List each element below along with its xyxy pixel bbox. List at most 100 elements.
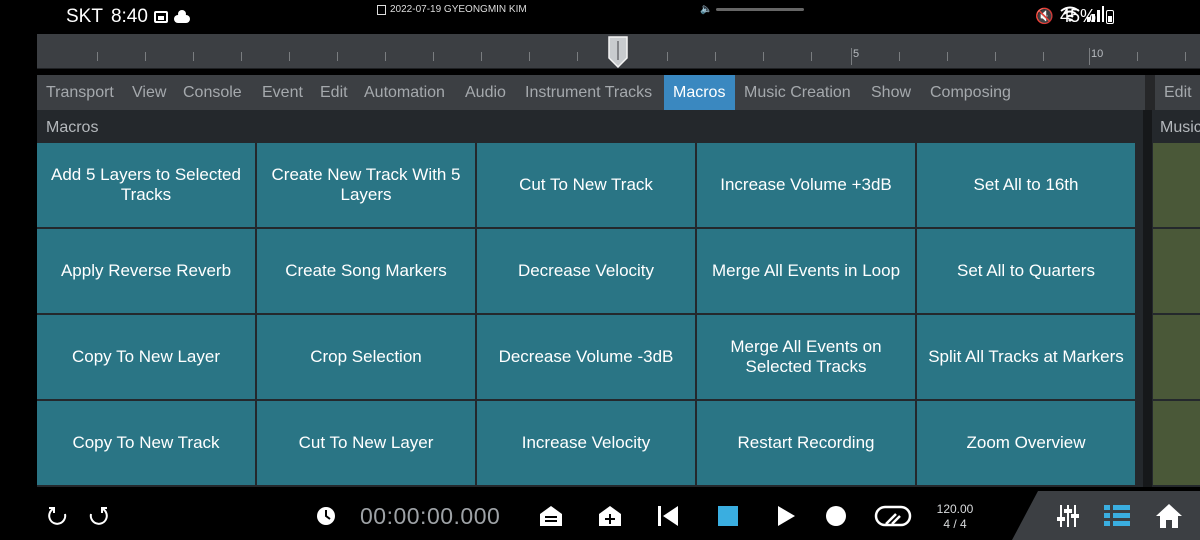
gallery-icon bbox=[153, 11, 168, 23]
record-icon[interactable] bbox=[823, 491, 849, 540]
screenshot-notification: 2022-07-19 GYEONGMIN KIM bbox=[377, 4, 527, 15]
tab-console[interactable]: Console bbox=[174, 75, 251, 110]
side-panel-button[interactable] bbox=[1153, 315, 1200, 399]
mixer-icon[interactable] bbox=[1054, 491, 1082, 540]
status-left: SKT 8:40 bbox=[66, 6, 190, 28]
battery-icon bbox=[1106, 10, 1114, 24]
battery-percent: 45% bbox=[1059, 6, 1096, 26]
tab-audio[interactable]: Audio bbox=[456, 75, 515, 110]
tempo-display[interactable]: 120.00 4 / 4 bbox=[930, 502, 980, 532]
tab-instrument-tracks[interactable]: Instrument Tracks bbox=[516, 75, 661, 110]
notification-text: 2022-07-19 GYEONGMIN KIM bbox=[390, 4, 527, 15]
macro-button[interactable]: Restart Recording bbox=[697, 401, 915, 485]
playhead-marker[interactable] bbox=[608, 36, 628, 68]
tab-music-creation[interactable]: Music Creation bbox=[735, 75, 860, 110]
macro-button[interactable]: Add 5 Layers to Selected Tracks bbox=[37, 143, 255, 227]
tab-automation[interactable]: Automation bbox=[355, 75, 454, 110]
ruler-tick bbox=[995, 52, 996, 61]
ruler-tick bbox=[577, 52, 578, 61]
macro-button[interactable]: Decrease Volume -3dB bbox=[477, 315, 695, 399]
side-panel-title: Music bbox=[1160, 119, 1200, 136]
ruler-tick bbox=[529, 52, 530, 61]
ruler-tick bbox=[337, 52, 338, 61]
carrier-label: SKT bbox=[66, 6, 103, 27]
tab-transport[interactable]: Transport bbox=[37, 75, 123, 110]
ruler-tick bbox=[715, 52, 716, 61]
tab-show[interactable]: Show bbox=[862, 75, 920, 110]
macro-button[interactable]: Increase Volume +3dB bbox=[697, 143, 915, 227]
macro-button[interactable]: Create New Track With 5 Layers bbox=[257, 143, 475, 227]
add-marker-icon[interactable] bbox=[597, 491, 623, 540]
tab-composing[interactable]: Composing bbox=[921, 75, 1020, 110]
ruler-tick bbox=[241, 52, 242, 61]
menu-divider bbox=[1145, 75, 1155, 110]
macro-button[interactable]: Set All to Quarters bbox=[917, 229, 1135, 313]
browser-icon[interactable] bbox=[1102, 491, 1132, 540]
ruler-tick bbox=[667, 52, 668, 61]
status-bar: SKT 8:40 2022-07-19 GYEONGMIN KIM 🔈 🔇 45… bbox=[0, 0, 1200, 34]
macro-button[interactable]: Apply Reverse Reverb bbox=[37, 229, 255, 313]
ruler-tick bbox=[1089, 48, 1090, 65]
macro-button[interactable]: Copy To New Layer bbox=[37, 315, 255, 399]
ruler-tick bbox=[433, 52, 434, 61]
menu-bar: Transport View Console Event Edit Automa… bbox=[37, 75, 1200, 110]
macro-button[interactable]: Crop Selection bbox=[257, 315, 475, 399]
side-panel-button[interactable] bbox=[1153, 143, 1200, 227]
marker-icon[interactable] bbox=[538, 491, 564, 540]
tab-macros[interactable]: Macros bbox=[664, 75, 735, 110]
volume-bar bbox=[716, 8, 805, 11]
ruler-tick bbox=[385, 52, 386, 61]
rewind-icon[interactable] bbox=[655, 491, 681, 540]
clock-icon[interactable] bbox=[314, 491, 338, 540]
timecode-display[interactable]: 00:00:00.000 bbox=[360, 503, 500, 530]
macro-button[interactable]: Merge All Events in Loop bbox=[697, 229, 915, 313]
time-signature: 4 / 4 bbox=[943, 517, 967, 531]
redo-icon[interactable] bbox=[84, 491, 112, 540]
macro-button[interactable]: Zoom Overview bbox=[917, 401, 1135, 485]
ruler-tick bbox=[97, 52, 98, 61]
edit-note-icon bbox=[377, 4, 386, 15]
ruler-tick bbox=[947, 52, 948, 61]
macro-button[interactable]: Set All to 16th bbox=[917, 143, 1135, 227]
tempo-value: 120.00 bbox=[936, 502, 974, 516]
ruler-tick bbox=[481, 52, 482, 61]
speaker-icon: 🔈 bbox=[700, 4, 713, 15]
stop-icon[interactable] bbox=[715, 491, 741, 540]
ruler-tick bbox=[1043, 52, 1044, 61]
macro-button[interactable]: Merge All Events on Selected Tracks bbox=[697, 315, 915, 399]
tab-edit[interactable]: Edit bbox=[311, 75, 357, 110]
macro-button[interactable]: Create Song Markers bbox=[257, 229, 475, 313]
tab-edit-right[interactable]: Edit bbox=[1155, 75, 1200, 110]
tab-event[interactable]: Event bbox=[253, 75, 312, 110]
ruler-tick bbox=[811, 52, 812, 61]
macros-panel: Macros Add 5 Layers to Selected Tracks C… bbox=[37, 110, 1143, 487]
ruler-label-5: 5 bbox=[853, 48, 860, 60]
clock-label: 8:40 bbox=[110, 6, 148, 27]
play-icon[interactable] bbox=[773, 491, 799, 540]
view-switcher-dock bbox=[1012, 491, 1200, 540]
side-panel-button[interactable] bbox=[1153, 401, 1200, 485]
macro-button[interactable]: Split All Tracks at Markers bbox=[917, 315, 1135, 399]
ruler-label-10: 10 bbox=[1091, 48, 1104, 60]
panel-title: Macros bbox=[46, 119, 99, 136]
music-side-panel: Music bbox=[1152, 110, 1200, 487]
volume-indicator: 🔈 bbox=[700, 4, 805, 15]
panel-splitter[interactable] bbox=[1143, 110, 1152, 487]
mute-icon: 🔇 bbox=[1035, 8, 1054, 25]
ruler-tick bbox=[193, 52, 194, 61]
ruler-tick bbox=[1185, 52, 1186, 61]
macro-button[interactable]: Copy To New Track bbox=[37, 401, 255, 485]
home-icon[interactable] bbox=[1154, 491, 1184, 540]
macro-button[interactable]: Decrease Velocity bbox=[477, 229, 695, 313]
loop-icon[interactable] bbox=[873, 491, 913, 540]
tab-view[interactable]: View bbox=[123, 75, 175, 110]
ruler-tick bbox=[763, 52, 764, 61]
side-panel-button[interactable] bbox=[1153, 229, 1200, 313]
cloud-icon bbox=[173, 10, 190, 23]
ruler-tick bbox=[289, 52, 290, 61]
macro-button[interactable]: Cut To New Layer bbox=[257, 401, 475, 485]
macro-button[interactable]: Cut To New Track bbox=[477, 143, 695, 227]
ruler-tick bbox=[1137, 52, 1138, 61]
undo-icon[interactable] bbox=[44, 491, 72, 540]
macro-button[interactable]: Increase Velocity bbox=[477, 401, 695, 485]
